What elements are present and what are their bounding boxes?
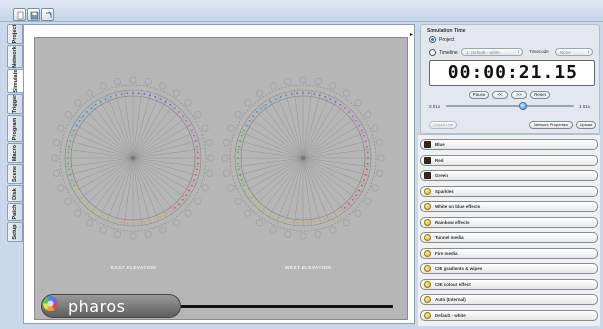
timeline-list-item[interactable]: Tunnel media [420,232,598,243]
timeline-list-item-label: Auto (Internal) [435,297,466,302]
timeline-clock-icon [424,296,431,303]
tab-scene[interactable]: Scene [7,164,23,184]
timeline-radio-row[interactable]: Timeline [429,49,458,56]
tab-macro[interactable]: Macro [7,143,23,163]
ferris-wheel-drawing [51,76,385,240]
timeline-list-item[interactable]: Rainbow effects [420,216,598,228]
tab-label: Patch [12,204,18,220]
timeline-list-item[interactable]: Red [420,154,598,166]
rate-min-label: 0.01x [429,104,441,109]
timeline-list-item[interactable]: Default - white [420,309,598,321]
rate-slider-track[interactable] [446,105,574,107]
simulation-time-title: Simulation Time [427,28,466,34]
timeline-clock-icon [424,187,431,195]
toolbar [0,0,603,22]
timeline-list-item[interactable]: CIE gradients & wipes [420,263,598,274]
tab-program[interactable]: Program [7,115,23,142]
rate-max-label: 1.01x [579,104,591,109]
rate-slider-handle[interactable] [518,102,527,110]
tab-network[interactable]: Network [7,45,23,68]
timeline-clock-icon [424,203,431,210]
tab-label: Macro [12,144,18,162]
tab-label: Disk [12,187,18,200]
reset-button[interactable]: Reset [530,91,550,99]
refresh-icon[interactable] [41,8,54,21]
timeline-list-item[interactable]: Green [420,170,598,181]
fast-forward-button[interactable]: >> [511,91,527,99]
time-display-value: 00:00:21.15 [447,62,578,83]
timeline-list-item[interactable]: CIE colour effect [420,278,598,290]
tab-patch[interactable]: Patch [7,203,23,221]
simulation-panel: Simulation Time Project Timeline 1: Defa… [418,22,600,326]
timeline-clock-icon [424,234,431,241]
timeline-radio[interactable] [429,49,436,56]
tab-simulate[interactable]: Simulate [7,69,23,93]
timeline-list-item-label: White on blue effects [435,204,481,209]
scene-swatch-icon [424,172,431,179]
project-radio-label: Project [439,36,455,43]
west-elevation-label: WEST ELEVATION [285,266,332,271]
pause-button[interactable]: Pause [469,91,489,99]
scene-swatch-icon [424,141,431,148]
timeline-list-item-label: Rainbow effects [435,219,470,225]
timeline-list-item-label: Tunnel media [435,235,464,240]
timeline-list-item-label: CIE gradients & wipes [435,266,483,271]
timeline-list-item-label: Fire media [435,250,458,256]
timeline-clock-icon [424,280,431,288]
tab-label: Network [12,45,18,68]
time-display: 00:00:21.15 [429,60,595,86]
pharos-logo-text: pharos [68,297,126,316]
tab-setup[interactable]: Setup [7,222,23,242]
timeline-list-item[interactable]: Fire media [420,247,598,259]
timeline-select[interactable]: 1: Default - white [461,48,523,56]
scene-swatch-icon [424,156,431,164]
save-icon[interactable] [27,8,40,21]
main-panel: ▸ EAST ELEVATION WEST ELEVATION pharos [23,24,415,324]
logo-divider [181,305,393,308]
timeline-list-item[interactable]: White on blue effects [420,201,598,212]
network-properties-button[interactable]: Network Properties [529,121,573,129]
timeline-list-item[interactable]: Sparkles [420,185,598,197]
timecode-select[interactable]: None [555,48,593,56]
pharos-logo-icon [43,296,58,311]
timeline-clock-icon [424,218,431,226]
simulation-time-group: Simulation Time Project Timeline 1: Defa… [420,24,600,134]
upload-button[interactable]: Upload [576,121,596,129]
tab-project[interactable]: Project [7,24,23,44]
project-radio-row[interactable]: Project [429,36,455,43]
collapse-arrow-icon[interactable]: ▸ [410,31,413,38]
timeline-list-item-label: Red [435,157,444,163]
timecode-label: Timecode [529,49,549,54]
timeline-list-item-label: Default - white [435,312,466,318]
timeline-list-item-label: Green [435,173,449,178]
tab-label: Setup [12,224,18,240]
new-document-icon[interactable] [13,8,26,21]
timeline-list-item-label: Blue [435,142,445,147]
timeline-clock-icon [424,311,431,319]
pharos-logo: pharos [41,294,181,318]
tab-label: Trigger [12,94,18,114]
timeline-list-item[interactable]: Auto (Internal) [420,294,598,305]
timeline-list-item-label: CIE colour effect [435,281,471,287]
vertical-tab-bar: Project Network Simulate Trigger Program Macr… [7,24,23,324]
rewind-button[interactable]: << [492,91,508,99]
tab-trigger[interactable]: Trigger [7,94,23,114]
timeline-clock-icon [424,265,431,272]
tab-disk[interactable]: Disk [7,185,23,202]
output-live-button[interactable]: Output Live [429,121,457,129]
timeline-clock-icon [424,249,431,257]
east-elevation-label: EAST ELEVATION [111,266,157,271]
tab-label: Simulate [12,69,19,93]
tab-label: Project [12,24,18,44]
tab-label: Scene [12,165,18,183]
tab-label: Program [12,117,18,140]
project-radio[interactable] [429,36,436,43]
simulation-canvas[interactable]: EAST ELEVATION WEST ELEVATION pharos [34,37,408,320]
app-window: Project Network Simulate Trigger Program Macr… [0,0,603,329]
timeline-list-item[interactable]: Blue [420,139,598,150]
timeline-list: Blue Red Green Sparkles White on blue effect… [418,134,600,326]
timeline-radio-label: Timeline [439,49,458,56]
timeline-list-item-label: Sparkles [435,188,454,194]
